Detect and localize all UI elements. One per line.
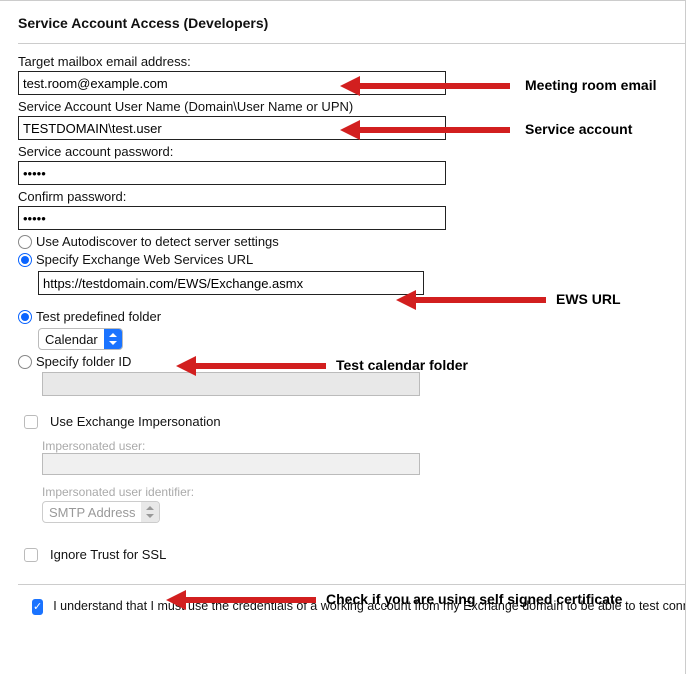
specify-folder-id-label: Specify folder ID	[36, 354, 131, 369]
test-predefined-folder-radio[interactable]	[18, 310, 32, 324]
ignore-ssl-label: Ignore Trust for SSL	[50, 547, 166, 562]
use-impersonation-checkbox[interactable]	[24, 415, 38, 429]
test-predefined-folder-label: Test predefined folder	[36, 309, 161, 324]
impersonated-user-input	[42, 453, 420, 475]
divider	[18, 584, 686, 585]
chevron-updown-icon	[141, 502, 159, 522]
folder-id-input	[42, 372, 420, 396]
autodiscover-radio[interactable]	[18, 235, 32, 249]
annotation-ssl: Check if you are using self signed certi…	[326, 591, 622, 607]
target-mailbox-input[interactable]	[18, 71, 446, 95]
predefined-folder-select[interactable]: Calendar	[38, 328, 123, 350]
annotation-test-folder: Test calendar folder	[336, 357, 468, 373]
impersonated-user-id-select: SMTP Address	[42, 501, 160, 523]
service-account-user-input[interactable]	[18, 116, 446, 140]
annotation-ews-url: EWS URL	[556, 291, 621, 307]
autodiscover-label: Use Autodiscover to detect server settin…	[36, 234, 279, 249]
specify-ews-url-label: Specify Exchange Web Services URL	[36, 252, 253, 267]
target-mailbox-label: Target mailbox email address:	[18, 54, 685, 69]
predefined-folder-value: Calendar	[39, 332, 104, 347]
confirm-password-input[interactable]	[18, 206, 446, 230]
impersonated-user-id-label: Impersonated user identifier:	[42, 485, 685, 499]
specify-ews-url-radio[interactable]	[18, 253, 32, 267]
chevron-updown-icon	[104, 329, 122, 349]
ews-url-input[interactable]	[38, 271, 424, 295]
impersonated-user-id-value: SMTP Address	[43, 505, 141, 520]
service-account-password-label: Service account password:	[18, 144, 685, 159]
use-impersonation-label: Use Exchange Impersonation	[50, 414, 221, 429]
specify-folder-id-radio[interactable]	[18, 355, 32, 369]
ignore-ssl-checkbox[interactable]	[24, 548, 38, 562]
impersonated-user-label: Impersonated user:	[42, 439, 685, 453]
page-title: Service Account Access (Developers)	[0, 1, 685, 31]
annotation-meeting-room: Meeting room email	[525, 77, 656, 93]
service-account-user-label: Service Account User Name (Domain\User N…	[18, 99, 685, 114]
confirm-password-label: Confirm password:	[18, 189, 685, 204]
annotation-service-account: Service account	[525, 121, 632, 137]
service-account-password-input[interactable]	[18, 161, 446, 185]
acknowledge-checkbox[interactable]: ✓	[32, 599, 43, 615]
